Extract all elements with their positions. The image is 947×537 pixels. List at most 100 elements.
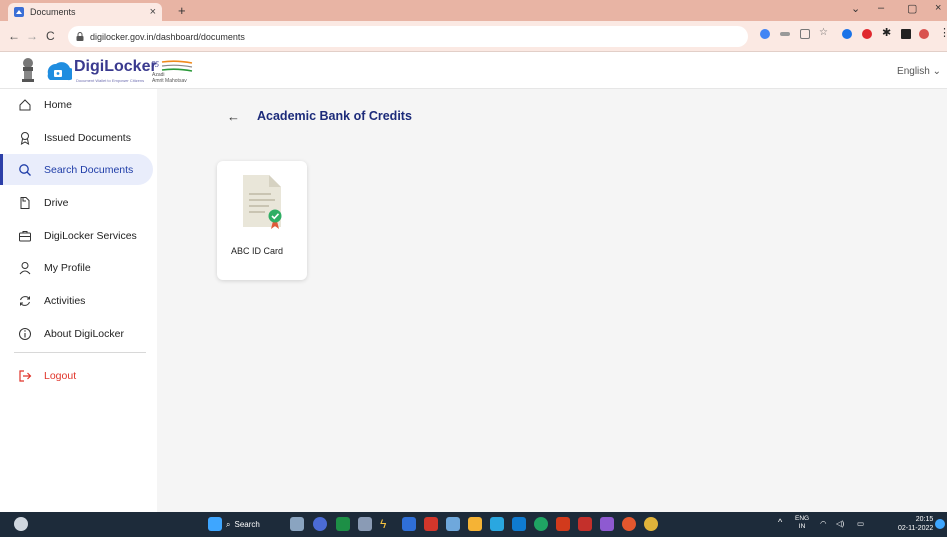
main-content: ← Academic Bank of Credits ABC ID Card — [157, 89, 947, 512]
taskbar-clock[interactable]: 20:15 02-11-2022 — [898, 515, 933, 533]
briefcase-icon — [18, 229, 32, 243]
browser-tab[interactable]: Documents × — [8, 3, 162, 21]
minimize-button[interactable]: – — [878, 2, 884, 14]
sidebar-item-label: My Profile — [44, 261, 91, 274]
language-indicator[interactable]: ENG IN — [795, 515, 809, 531]
url-field[interactable]: digilocker.gov.in/dashboard/documents — [68, 26, 748, 47]
tray-chevron-icon[interactable]: ^ — [778, 517, 782, 527]
taskbar-search[interactable]: ⌕ Search — [226, 517, 278, 532]
back-nav-icon[interactable]: ← — [8, 29, 20, 43]
sidebar-item-drive[interactable]: Drive — [0, 187, 153, 218]
chrome-icon[interactable] — [644, 517, 658, 531]
sidebar-item-issued-documents[interactable]: Issued Documents — [0, 122, 153, 153]
share-icon[interactable] — [800, 29, 810, 39]
sidebar-item-about-digilocker[interactable]: About DigiLocker — [0, 318, 153, 349]
language-selector[interactable]: English ⌄ — [897, 66, 941, 77]
sidebar-item-label: Search Documents — [44, 163, 134, 176]
reload-icon[interactable]: C — [46, 29, 55, 43]
lang-top: ENG — [795, 515, 810, 522]
store-icon[interactable] — [490, 517, 504, 531]
powerpoint-icon[interactable] — [622, 517, 636, 531]
national-emblem-icon — [22, 58, 34, 82]
sidebar-item-logout[interactable]: Logout — [0, 360, 153, 391]
teams-chat-icon[interactable] — [313, 517, 327, 531]
visual-studio-icon[interactable] — [600, 517, 614, 531]
sidebar-item-home[interactable]: Home — [0, 89, 153, 120]
forward-nav-icon[interactable]: → — [26, 29, 38, 43]
taskbar-search-label: Search — [234, 520, 260, 529]
calculator-icon[interactable] — [358, 517, 372, 531]
key-icon[interactable] — [780, 32, 790, 36]
logout-label: Logout — [44, 369, 77, 382]
new-tab-button[interactable]: + — [178, 3, 186, 18]
word-icon[interactable] — [402, 517, 416, 531]
tab-search-icon[interactable]: ⌄ — [851, 2, 860, 15]
filezilla-icon[interactable] — [578, 517, 592, 531]
document-card-label: ABC ID Card — [231, 246, 284, 256]
brand-tagline: Document Wallet to Empower Citizens — [76, 78, 145, 83]
clock-date: 02-11-2022 — [898, 525, 934, 532]
logout-icon — [18, 369, 32, 383]
extensions-puzzle-icon[interactable]: ✱ — [882, 26, 891, 39]
info-icon — [18, 327, 32, 341]
url-text: digilocker.gov.in/dashboard/documents — [90, 31, 245, 42]
close-window-button[interactable]: × — [935, 2, 941, 14]
sidebar-item-activities[interactable]: Activities — [0, 285, 153, 316]
award-icon — [18, 131, 32, 145]
battery-icon[interactable]: ▭ — [857, 519, 864, 528]
sidebar-item-label: DigiLocker Services — [44, 229, 137, 242]
svg-text:75: 75 — [151, 60, 159, 69]
refresh-icon — [18, 294, 32, 308]
sidebar-item-label: Drive — [44, 196, 69, 209]
azadi-ka-amrit-mahotsav-logo: 75 Azadi Amrit Mahotsav — [151, 60, 193, 84]
office-icon[interactable] — [556, 517, 570, 531]
sidebar-divider — [14, 352, 146, 353]
power-automate-icon[interactable]: ϟ — [380, 517, 394, 531]
extension-blue-icon[interactable] — [842, 29, 852, 39]
bookmark-star-icon[interactable]: ☆ — [819, 27, 828, 38]
google-icon[interactable] — [760, 29, 770, 39]
app-header: DigiLocker Document Wallet to Empower Ci… — [0, 52, 947, 89]
file-explorer-icon[interactable] — [468, 517, 482, 531]
maximize-button[interactable]: ▢ — [907, 2, 917, 15]
document-card-abc-id[interactable]: ABC ID Card — [217, 161, 307, 280]
lang-bottom: IN — [798, 523, 806, 530]
search-icon: ⌕ — [226, 519, 231, 529]
weather-icon[interactable] — [14, 517, 28, 531]
digilocker-logo-icon[interactable] — [44, 58, 72, 82]
sidebar-item-label: Activities — [44, 294, 86, 307]
edge-icon[interactable] — [534, 517, 548, 531]
profile-avatar-icon[interactable] — [919, 29, 929, 39]
brand-name[interactable]: DigiLocker — [74, 58, 157, 76]
sidebar: Home Issued Documents Search Documents D… — [0, 89, 157, 512]
sidepanel-icon[interactable] — [901, 29, 911, 39]
access-icon[interactable] — [424, 517, 438, 531]
page-title: Academic Bank of Credits — [257, 109, 412, 123]
document-certificate-icon — [243, 175, 282, 229]
opera-icon[interactable] — [862, 29, 872, 39]
volume-icon[interactable]: ◁) — [836, 519, 844, 528]
sidebar-item-my-profile[interactable]: My Profile — [0, 252, 153, 283]
mail-icon[interactable] — [512, 517, 526, 531]
lock-icon — [76, 32, 84, 41]
task-view-icon[interactable] — [290, 517, 304, 531]
address-bar: ← → C digilocker.gov.in/dashboard/docume… — [0, 21, 947, 52]
windows-start-icon[interactable] — [208, 517, 222, 531]
browser-tab-strip: Documents × + ⌄ – ▢ × — [0, 0, 947, 21]
sidebar-item-label: About DigiLocker — [44, 327, 124, 340]
terminal-icon[interactable] — [446, 517, 460, 531]
windows-taskbar: ⌕ Search ϟ ^ ENG IN ◠ ◁) ▭ 20:15 02-11-2… — [0, 512, 947, 537]
excel-icon[interactable] — [336, 517, 350, 531]
sidebar-item-search-documents[interactable]: Search Documents — [0, 154, 153, 185]
user-icon — [18, 261, 32, 275]
notification-icon[interactable] — [935, 519, 945, 529]
sidebar-item-label: Home — [44, 98, 73, 111]
tab-close-icon[interactable]: × — [150, 6, 156, 18]
drive-icon — [18, 196, 32, 210]
home-icon — [18, 98, 32, 112]
sidebar-item-digilocker-services[interactable]: DigiLocker Services — [0, 220, 153, 251]
sidebar-item-label: Issued Documents — [44, 131, 131, 144]
wifi-icon[interactable]: ◠ — [820, 519, 827, 528]
browser-menu-icon[interactable]: ⋮ — [939, 26, 947, 39]
back-arrow-icon[interactable]: ← — [227, 109, 240, 124]
